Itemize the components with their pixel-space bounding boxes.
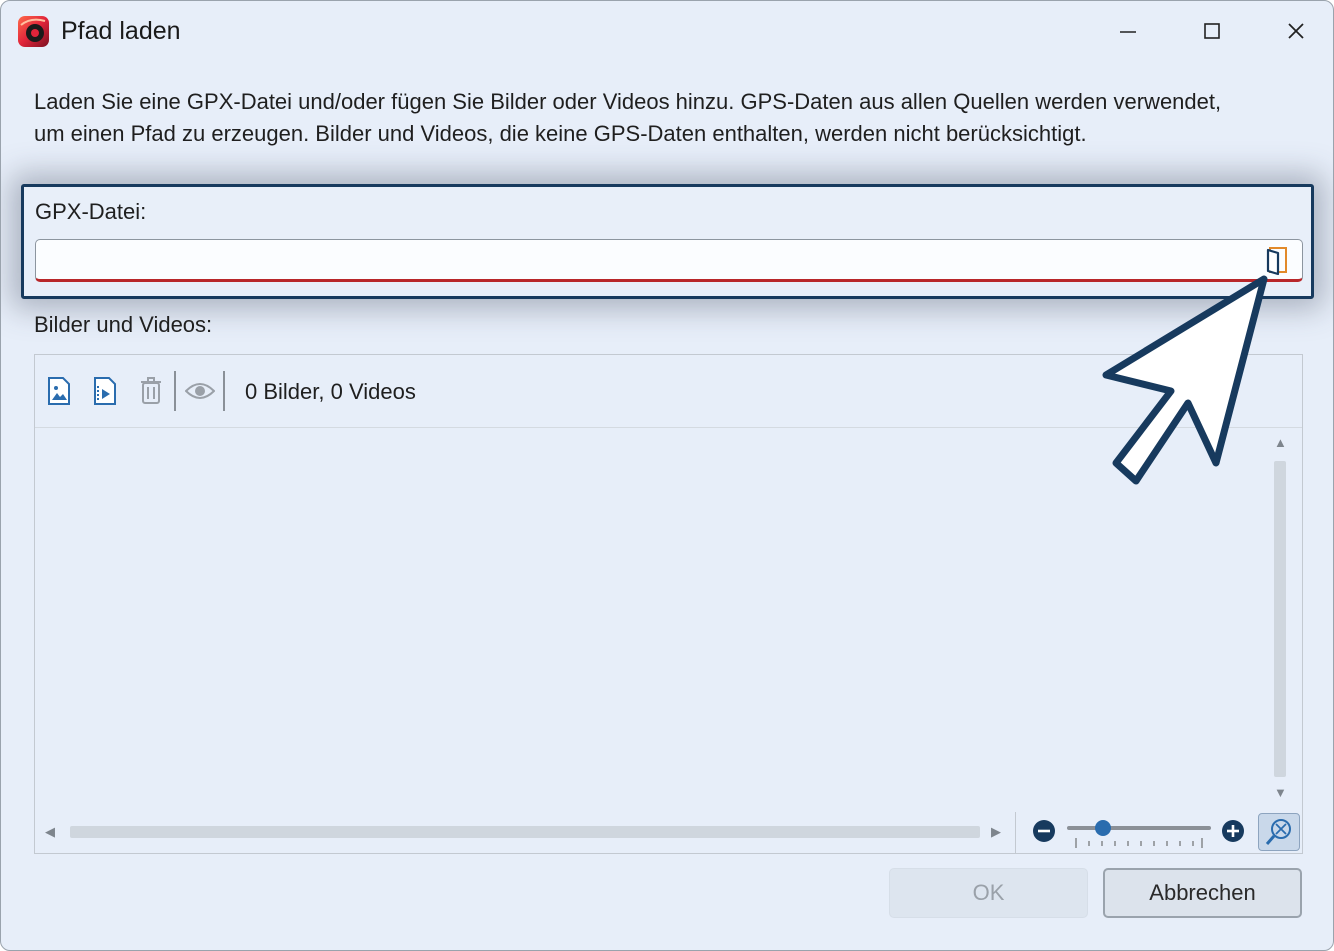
toolbar-separator — [174, 371, 176, 411]
close-icon — [1288, 23, 1304, 39]
delete-button[interactable] — [135, 374, 167, 408]
window-title: Pfad laden — [61, 17, 181, 45]
add-image-icon — [48, 377, 70, 405]
vertical-scrollbar[interactable] — [1274, 461, 1286, 777]
app-logo-icon — [18, 16, 49, 47]
maximize-button[interactable] — [1189, 11, 1235, 51]
toolbar-separator — [223, 371, 225, 411]
trash-icon — [141, 377, 161, 404]
title-bar: Pfad laden — [1, 1, 1333, 63]
cancel-button[interactable]: Abbrechen — [1103, 868, 1302, 918]
description-text: Laden Sie eine GPX-Datei und/oder fügen … — [34, 89, 1222, 146]
preview-button[interactable] — [184, 374, 216, 408]
zoom-slider-ticks — [1075, 838, 1203, 848]
zoom-fit-button[interactable] — [1258, 813, 1300, 851]
zoom-fit-icon — [1265, 819, 1291, 845]
scroll-left-icon[interactable]: ◀ — [45, 824, 55, 840]
zoom-slider-track[interactable] — [1067, 826, 1211, 830]
add-video-icon — [94, 377, 116, 405]
load-path-dialog: Pfad laden Laden Sie eine GPX-Datei und/… — [0, 0, 1334, 951]
horizontal-scrollbar[interactable] — [70, 826, 980, 838]
zoom-in-icon[interactable] — [1220, 818, 1246, 844]
scroll-down-icon[interactable]: ▼ — [1274, 785, 1287, 800]
ok-button[interactable]: OK — [889, 868, 1088, 918]
gpx-file-label: GPX-Datei: — [35, 199, 147, 224]
scroll-right-icon[interactable]: ▶ — [991, 824, 1001, 840]
pointer-arrow-icon — [1102, 275, 1268, 485]
minimize-icon — [1120, 31, 1136, 33]
close-button[interactable] — [1273, 11, 1319, 51]
minimize-button[interactable] — [1105, 11, 1151, 51]
zoom-out-icon[interactable] — [1031, 818, 1057, 844]
maximize-icon — [1204, 23, 1220, 39]
zoom-divider — [1015, 812, 1016, 854]
add-image-button[interactable] — [43, 374, 75, 408]
zoom-slider-thumb[interactable] — [1095, 820, 1111, 836]
media-label: Bilder und Videos: — [34, 312, 213, 337]
media-bottom-bar: ◀ ▶ — [35, 812, 1302, 854]
eye-icon — [185, 383, 215, 399]
media-count: 0 Bilder, 0 Videos — [245, 379, 416, 404]
add-video-button[interactable] — [89, 374, 121, 408]
